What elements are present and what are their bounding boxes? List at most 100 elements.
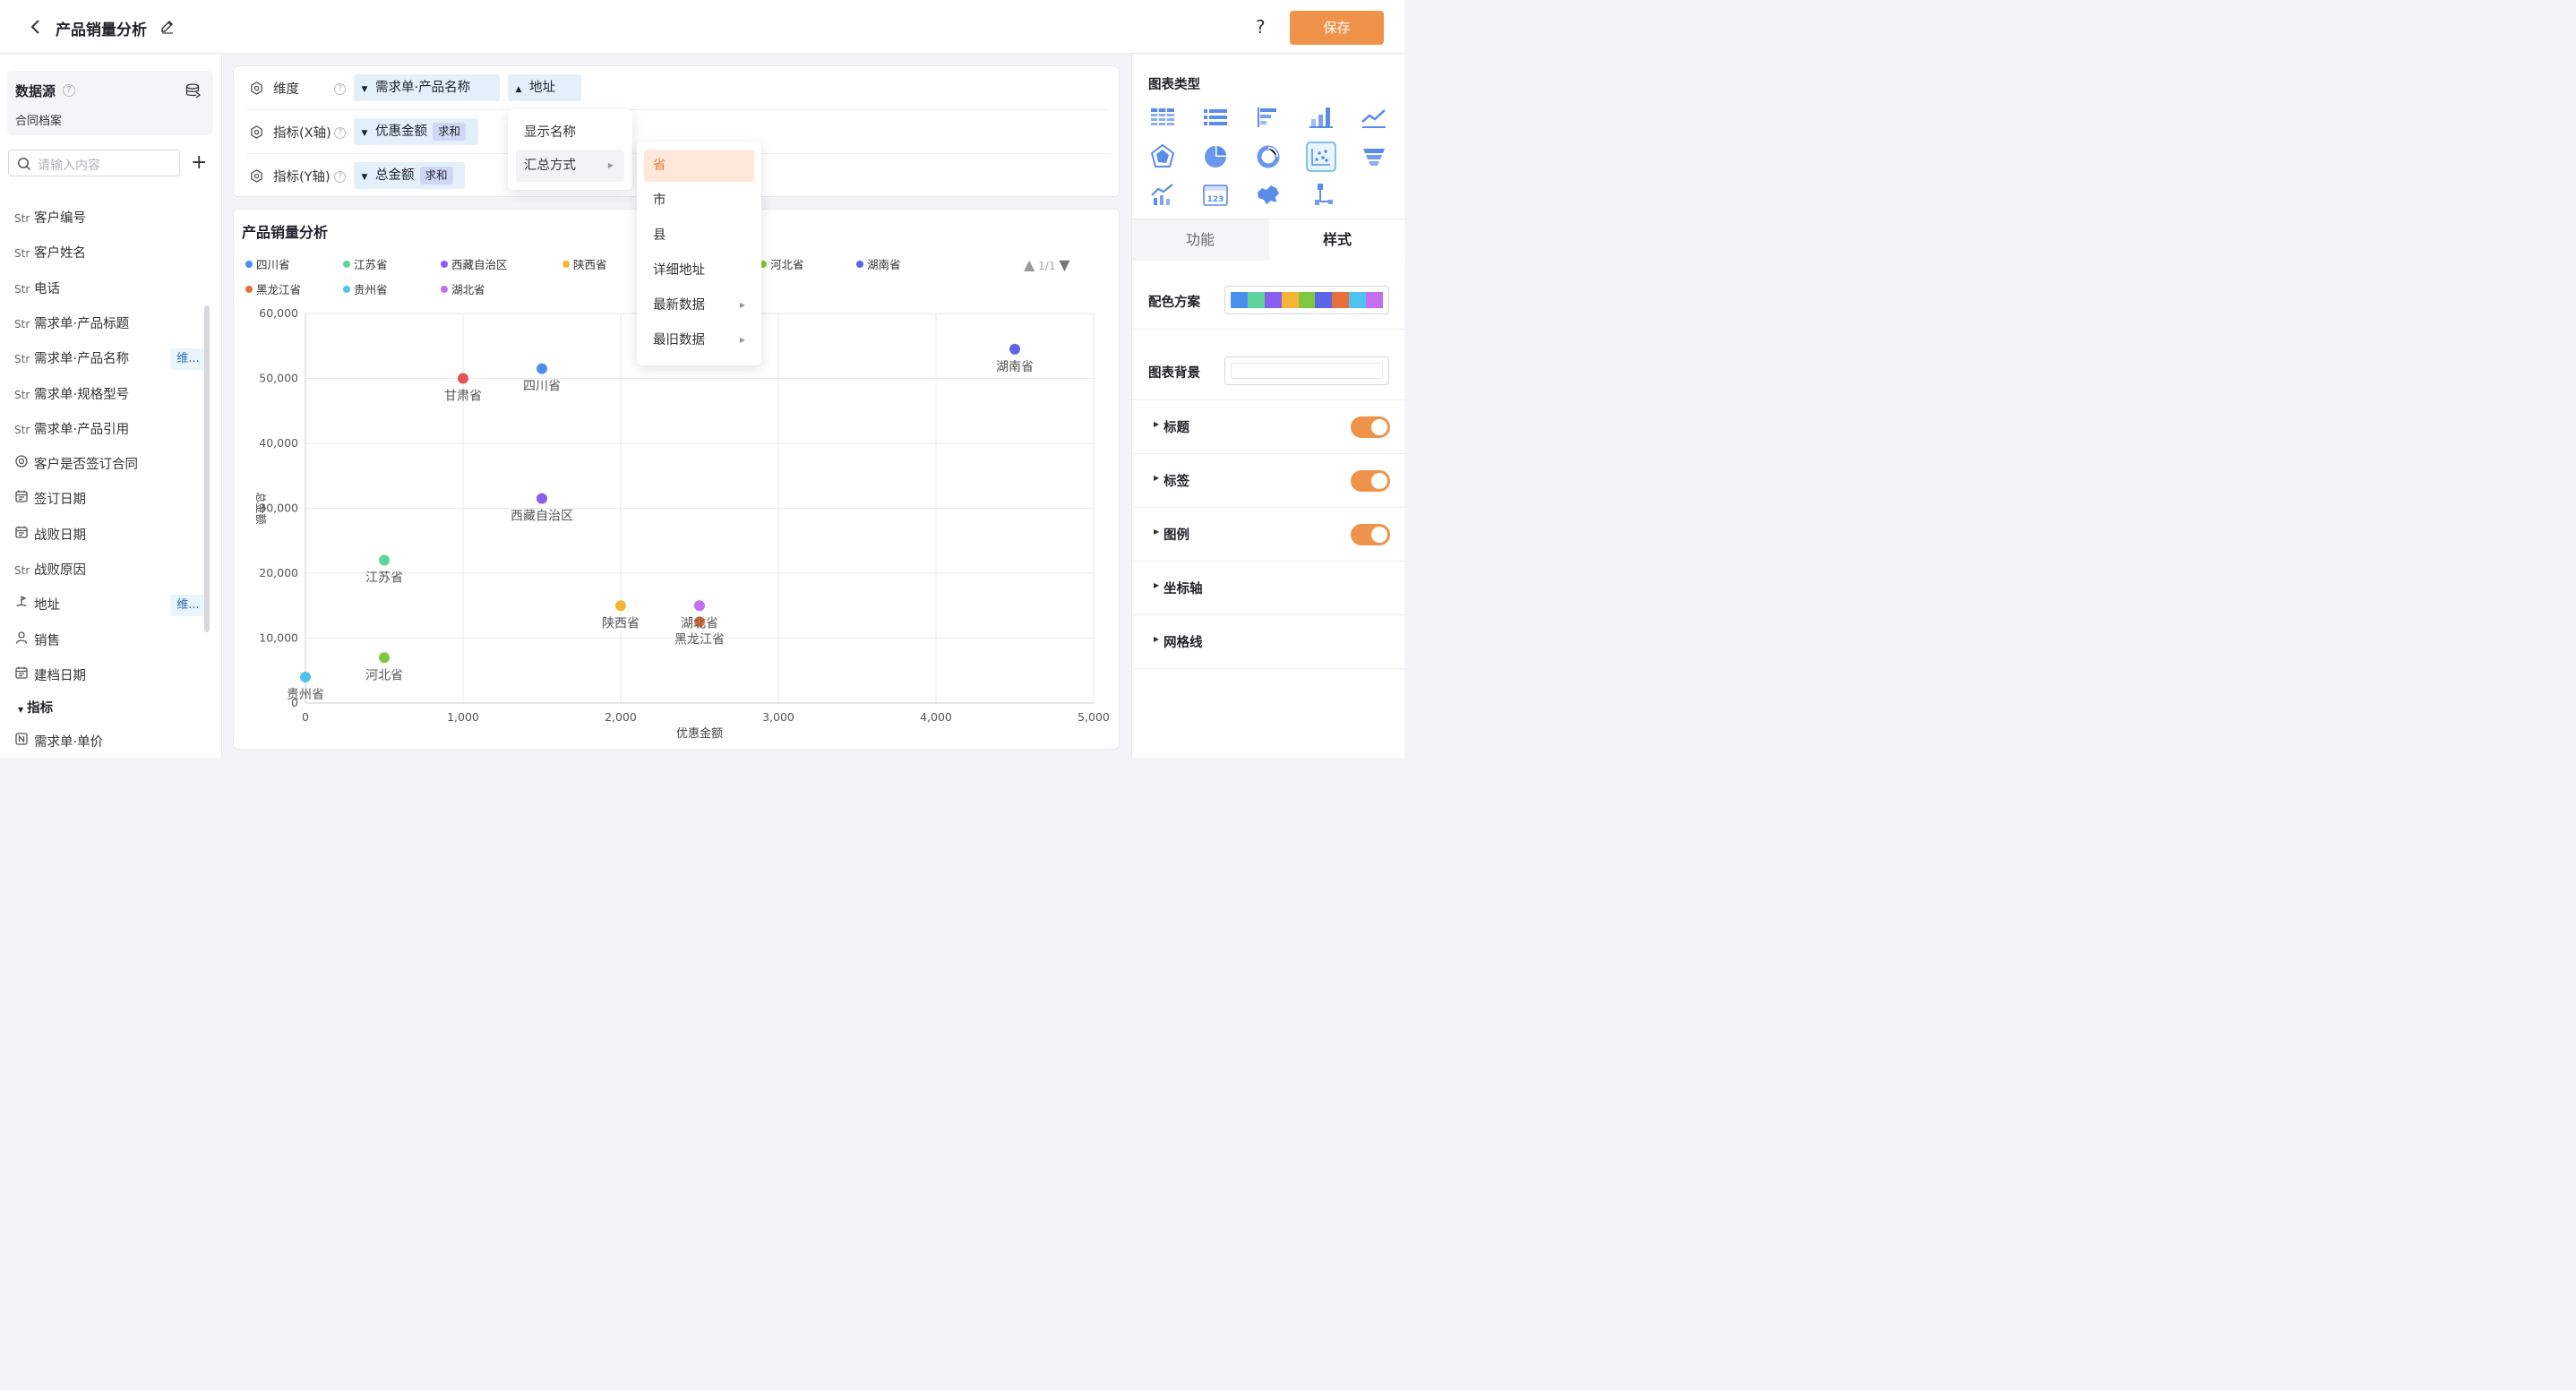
number-icon [14,729,34,756]
edit-pencil-icon[interactable] [159,19,176,35]
color-swatch [1315,292,1333,308]
color-swatch [1349,292,1367,308]
field-item[interactable]: Str 客户姓名 [14,240,202,267]
legend-item[interactable]: 贵州省 [343,280,388,297]
aggregation-submenu: 省 市 县 详细地址 最新数据 ▶ 最旧数据 ▶ [637,142,761,365]
legend-item[interactable]: 黑龙江省 [245,280,301,297]
line-chart-icon[interactable] [1359,102,1389,133]
legend-item[interactable]: 湖北省 [441,280,485,297]
style-section[interactable]: ▶ 图例 [1132,508,1405,562]
color-swatch [1332,292,1350,308]
field-list-scrollbar[interactable] [204,305,210,632]
field-item[interactable]: Str 客户编号 [14,205,202,232]
field-name: 需求单·单价 [34,735,104,750]
add-field-button[interactable]: + [191,151,207,175]
field-item[interactable]: Str 需求单·产品引用 [14,416,202,443]
legend-label: 西藏自治区 [451,258,508,271]
style-section[interactable]: ▶ 标题 [1132,400,1405,454]
field-item[interactable]: 地址 维... [14,592,206,619]
field-search-input[interactable]: 请输入内容 [8,150,180,176]
legend-item[interactable]: 江苏省 [343,255,388,272]
submenu-item-detail-address[interactable]: 详细地址 [644,254,754,287]
submenu-item-city[interactable]: 市 [644,184,754,217]
field-item[interactable]: 建档日期 [14,663,202,690]
style-section[interactable]: ▶ 标签 [1132,454,1405,508]
style-section-label: 标题 [1163,421,1189,435]
tab-function[interactable]: 功能 [1132,219,1268,261]
field-item[interactable]: Str 需求单·产品名称 维... [14,346,206,373]
menu-item-aggregation[interactable]: 汇总方式 ▶ [516,150,624,182]
tab-style[interactable]: 样式 [1269,219,1405,261]
field-item[interactable]: 客户是否签订合同 [14,451,202,478]
legend-item[interactable]: 陕西省 [562,255,607,272]
table-chart-icon[interactable] [1147,102,1178,133]
database-switch-icon[interactable] [185,83,202,99]
submenu-item-latest-data[interactable]: 最新数据 ▶ [644,289,754,322]
field-item[interactable]: Str 需求单·产品标题 [14,311,202,338]
radar-chart-icon[interactable] [1147,142,1178,172]
field-item[interactable]: 签订日期 [14,486,202,513]
section-toggle[interactable] [1351,470,1390,492]
back-arrow-icon[interactable] [27,18,45,36]
string-type-tag: Str [14,317,30,330]
dimension-settings-icon[interactable] [250,82,263,95]
legend-pager[interactable]: ▲ 1/1 ▼ [1024,256,1070,273]
donut-chart-icon[interactable] [1253,142,1284,172]
datasource-help-icon[interactable]: ? [63,84,75,97]
number-card-icon[interactable]: 123 [1200,180,1231,210]
combo-chart-icon[interactable] [1147,180,1178,210]
help-icon[interactable]: ? [1256,16,1266,38]
column-chart-icon[interactable] [1306,102,1336,133]
submenu-item-oldest-data[interactable]: 最旧数据 ▶ [644,324,754,356]
section-toggle[interactable] [1351,416,1390,438]
y-axis-chip[interactable]: ▼ 总金额 求和 [354,162,465,189]
x-axis-title: 优惠金额 [676,726,723,741]
tree-chart-icon[interactable] [1306,180,1336,210]
list-chart-icon[interactable] [1200,102,1231,133]
aggregation-tag: 求和 [433,123,467,141]
y-axis-settings-icon[interactable] [250,169,263,183]
x-axis-help-icon[interactable]: ? [334,127,346,139]
map-chart-icon[interactable] [1253,180,1284,210]
field-item[interactable]: 战败日期 [14,522,202,549]
chevron-right-icon: ▶ [739,336,745,344]
x-axis-settings-icon[interactable] [250,125,263,139]
string-type-tag: Str [14,282,30,296]
legend-item[interactable]: 四川省 [245,255,290,272]
metric-item[interactable]: 需求单·单价 [14,729,202,756]
field-item[interactable]: Str 需求单·规格型号 [14,382,202,408]
y-axis-label: 指标(Y轴) [273,170,331,184]
dimension-chip-product[interactable]: ▼ 需求单·产品名称 [354,74,500,101]
dimension-help-icon[interactable]: ? [334,83,346,95]
save-button[interactable]: 保存 [1290,11,1384,45]
horizontal-bar-icon[interactable] [1253,102,1284,133]
string-type-tag: Str [14,564,30,577]
legend-item[interactable]: 河北省 [760,255,804,272]
pager-up-icon[interactable]: ▲ [1024,256,1035,273]
legend-item[interactable]: 西藏自治区 [441,255,508,272]
y-axis-help-icon[interactable]: ? [334,171,346,183]
field-item[interactable]: Str 电话 [14,276,202,303]
pie-chart-icon[interactable] [1200,142,1231,172]
style-section[interactable]: ▶ 坐标轴 [1132,562,1405,615]
menu-item-display-name[interactable]: 显示名称 [516,116,624,149]
data-label: 四川省 [523,380,561,394]
toggle-knob [1371,473,1387,489]
field-item[interactable]: Str 战败原因 [14,557,202,584]
metrics-group-header[interactable]: ▼ 指标 [18,698,53,716]
section-toggle[interactable] [1351,524,1390,545]
calendar-icon [14,522,34,549]
color-scheme-picker[interactable] [1224,286,1389,314]
scatter-chart-icon[interactable] [1306,141,1336,172]
legend-item[interactable]: 湖南省 [856,255,901,272]
pager-down-icon[interactable]: ▼ [1059,256,1069,273]
funnel-chart-icon[interactable] [1359,142,1389,172]
dimension-chip-address[interactable]: ▲ 地址 [508,74,581,101]
submenu-item-county[interactable]: 县 [644,219,754,252]
style-section[interactable]: ▶ 网格线 [1132,615,1405,669]
legend-label: 河北省 [770,258,804,271]
x-axis-chip[interactable]: ▼ 优惠金额 求和 [354,118,478,145]
field-item[interactable]: 销售 [14,628,202,655]
submenu-item-province[interactable]: 省 [644,150,754,182]
background-color-picker[interactable] [1224,356,1389,385]
